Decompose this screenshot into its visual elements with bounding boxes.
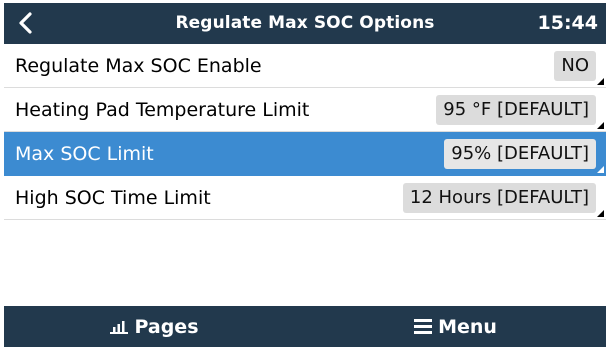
- setting-value[interactable]: 12 Hours [DEFAULT]: [402, 183, 596, 213]
- setting-value[interactable]: 95 °F [DEFAULT]: [436, 95, 596, 125]
- editable-corner-icon: [597, 122, 604, 129]
- setting-row-max-soc-limit[interactable]: Max SOC Limit 95% [DEFAULT]: [4, 132, 606, 176]
- setting-row-high-soc-time-limit[interactable]: High SOC Time Limit 12 Hours [DEFAULT]: [4, 176, 606, 220]
- setting-value[interactable]: 95% [DEFAULT]: [444, 139, 596, 169]
- hamburger-menu-icon: [414, 319, 433, 334]
- setting-row-heating-pad-temperature-limit[interactable]: Heating Pad Temperature Limit 95 °F [DEF…: [4, 88, 606, 132]
- pages-button[interactable]: Pages: [4, 306, 305, 347]
- editable-corner-icon: [597, 166, 604, 173]
- screen: Regulate Max SOC Options 15:44 Regulate …: [4, 3, 606, 347]
- menu-button[interactable]: Menu: [305, 306, 606, 347]
- setting-label: High SOC Time Limit: [15, 187, 211, 209]
- clock: 15:44: [537, 12, 598, 34]
- page-title: Regulate Max SOC Options: [175, 13, 435, 33]
- editable-corner-icon: [597, 210, 604, 217]
- menu-label: Menu: [438, 315, 497, 338]
- editable-corner-icon: [597, 78, 604, 85]
- setting-label: Regulate Max SOC Enable: [15, 55, 262, 77]
- bar-chart-icon: [110, 320, 129, 334]
- setting-label: Heating Pad Temperature Limit: [15, 99, 310, 121]
- footer-bar: Pages Menu: [4, 306, 606, 347]
- setting-label: Max SOC Limit: [15, 143, 154, 165]
- setting-row-regulate-max-soc-enable[interactable]: Regulate Max SOC Enable NO: [4, 44, 606, 88]
- header-bar: Regulate Max SOC Options 15:44: [4, 3, 606, 44]
- pages-label: Pages: [134, 315, 199, 338]
- settings-list: Regulate Max SOC Enable NO Heating Pad T…: [4, 44, 606, 220]
- setting-value[interactable]: NO: [554, 51, 596, 81]
